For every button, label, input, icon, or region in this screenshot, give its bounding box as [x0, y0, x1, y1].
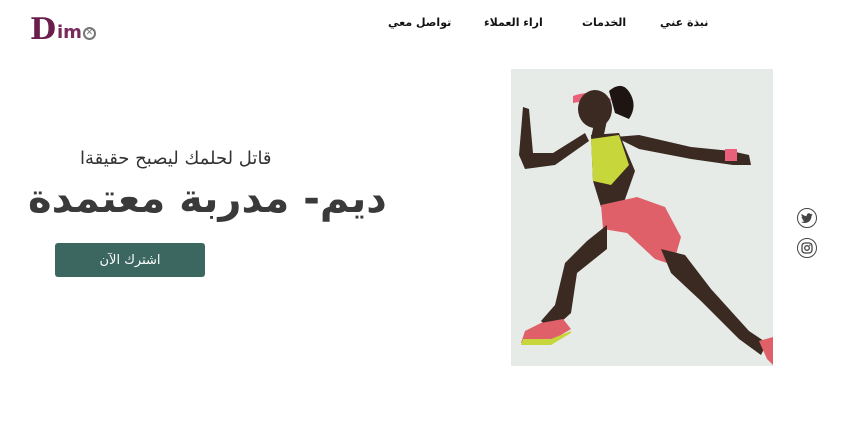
- nav-item-services[interactable]: الخدمات: [582, 16, 626, 29]
- nav-item-testimonials[interactable]: اراء العملاء: [484, 16, 543, 29]
- twitter-icon[interactable]: [797, 208, 817, 228]
- twitter-bird-glyph: [801, 213, 813, 223]
- subscribe-button[interactable]: اشترك الآن: [55, 243, 205, 277]
- hero-title: ديم- مدربة معتمدة: [28, 176, 387, 222]
- instagram-icon[interactable]: [797, 238, 817, 258]
- runner-illustration: [519, 85, 773, 365]
- logo-ball-icon: ✕: [82, 26, 96, 40]
- hero-image: [511, 69, 773, 366]
- logo-text: im: [57, 22, 82, 43]
- brand-logo[interactable]: D im ✕: [30, 12, 98, 48]
- nav-item-contact[interactable]: تواصل معي: [388, 16, 451, 29]
- logo-letter-d: D: [30, 12, 57, 47]
- nav-item-about[interactable]: نبذة عني: [660, 16, 708, 29]
- instagram-glyph: [801, 242, 813, 254]
- hero-subtitle: قاتل لحلمك ليصبح حقيقةا: [80, 148, 272, 169]
